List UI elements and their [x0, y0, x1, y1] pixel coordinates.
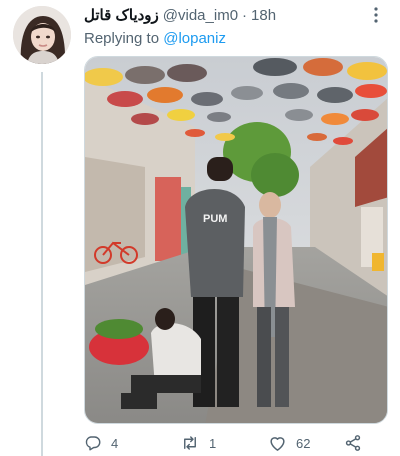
avatar-image	[13, 6, 71, 64]
avatar[interactable]	[13, 6, 71, 64]
street-photo: PUM	[85, 57, 387, 423]
retweet-button[interactable]: 1	[180, 434, 252, 452]
reply-count: 4	[111, 435, 119, 451]
tweet-action-bar: 4 1 62	[84, 432, 388, 454]
thread-line	[41, 72, 43, 456]
display-name[interactable]: زودیاک قاتل	[84, 6, 159, 24]
replying-to-line: Replying to @lopaniz	[84, 30, 226, 47]
shirt-print: PUM	[203, 213, 227, 225]
user-handle[interactable]: @vida_im0	[163, 7, 238, 24]
reply-button[interactable]: 4	[84, 434, 146, 452]
more-button[interactable]	[366, 5, 386, 25]
like-button[interactable]: 62	[268, 434, 344, 452]
tweet-photo[interactable]: PUM	[84, 56, 388, 424]
heart-icon	[270, 437, 285, 451]
tweet-timestamp[interactable]: 18h	[251, 7, 276, 24]
retweet-count: 1	[209, 435, 217, 451]
share-button[interactable]	[344, 434, 362, 452]
separator-dot: ·	[242, 6, 248, 24]
replying-to-label: Replying to	[84, 30, 160, 47]
reply-icon	[85, 436, 101, 451]
more-icon	[374, 7, 378, 23]
tweet-header: زودیاک قاتل @vida_im0 · 18h	[84, 5, 386, 25]
like-count: 62	[296, 435, 311, 451]
replying-to-mention[interactable]: @lopaniz	[163, 30, 226, 47]
retweet-icon	[184, 436, 196, 450]
share-icon	[345, 435, 361, 451]
